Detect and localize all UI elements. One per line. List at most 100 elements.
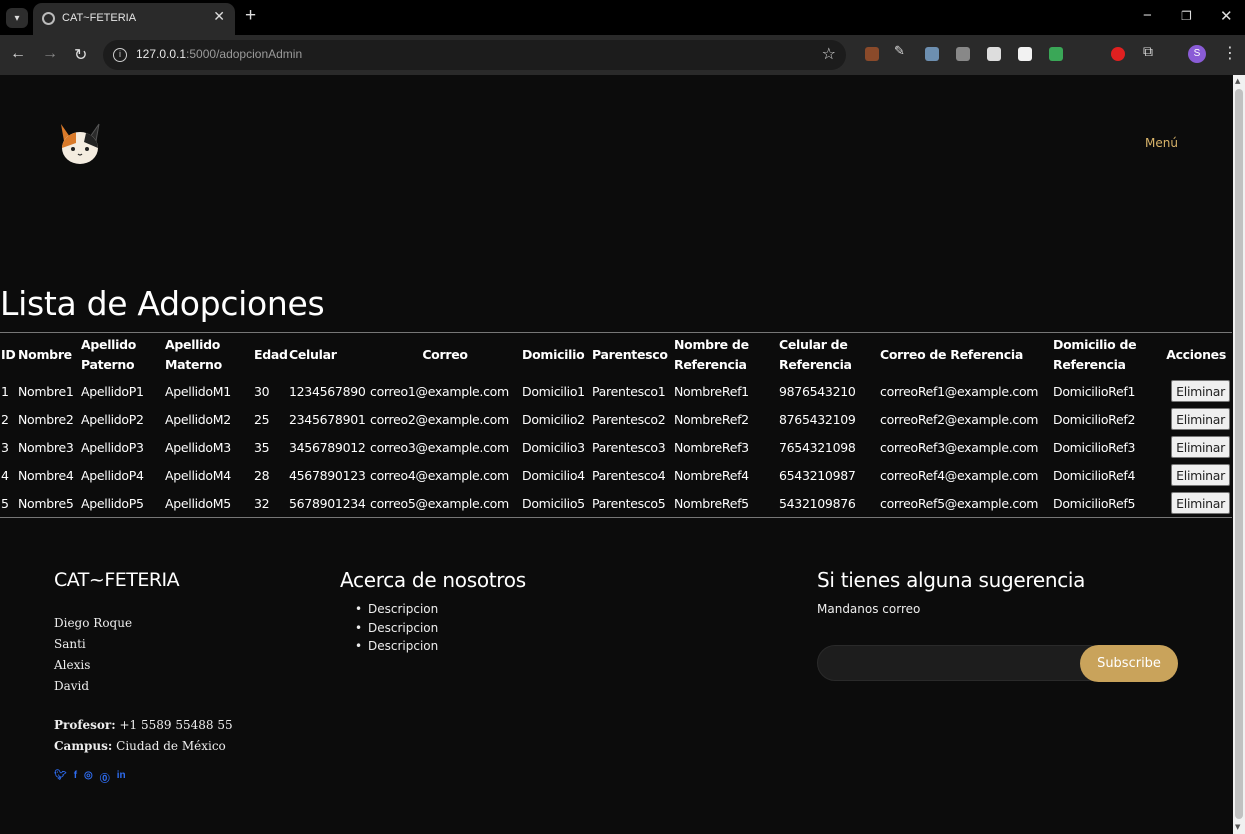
bookmark-star-icon[interactable]: ☆: [822, 44, 836, 63]
table-cell: correo3@example.com: [370, 439, 509, 455]
column-header: Apellido Materno: [165, 337, 222, 372]
extension-icon[interactable]: [865, 47, 879, 61]
instagram-icon[interactable]: ◎: [84, 770, 93, 785]
table-cell: NombreRef2: [674, 411, 749, 427]
table-cell: ApellidoM3: [165, 439, 231, 455]
table-row: 3 Nombre3 ApellidoP3 ApellidoM3 35 3456789012…: [0, 433, 1232, 461]
table-cell: ApellidoP3: [81, 439, 144, 455]
table-row: 5 Nombre5 ApellidoP5 ApellidoM5 32 5678901234…: [0, 489, 1232, 518]
linkedin-icon[interactable]: in: [117, 770, 126, 785]
table-cell: ApellidoP5: [81, 495, 144, 511]
delete-button[interactable]: Eliminar: [1171, 492, 1230, 514]
team-member: David: [54, 679, 90, 693]
reload-icon[interactable]: ↻: [74, 45, 87, 65]
minimize-icon[interactable]: −: [1143, 7, 1152, 24]
contact-info: Profesor: +1 5589 55488 55 Campus: Ciuda…: [54, 715, 233, 757]
delete-button[interactable]: Eliminar: [1171, 408, 1230, 430]
table-cell: correo1@example.com: [370, 383, 509, 399]
table-row: 4 Nombre4 ApellidoP4 ApellidoM4 28 4567890123…: [0, 461, 1232, 489]
column-header: ID: [1, 347, 16, 362]
extension-icon[interactable]: [1111, 47, 1125, 61]
table-cell: ApellidoP1: [81, 383, 144, 399]
extension-icon[interactable]: [956, 47, 970, 61]
eyedropper-icon[interactable]: ✎: [894, 44, 908, 59]
browser-tab-strip: ▾ CAT~FETERIA ✕ + − ❐ ✕: [0, 0, 1245, 35]
profesor-line: Profesor: +1 5589 55488 55: [54, 715, 233, 736]
page-title: Lista de Adopciones: [0, 284, 325, 323]
table-cell: Domicilio1: [522, 383, 585, 399]
campus-value: Ciudad de México: [116, 739, 226, 753]
extension-icon[interactable]: [1049, 47, 1063, 61]
table-cell: DomicilioRef3: [1053, 439, 1136, 455]
browser-menu-icon[interactable]: ⋮: [1222, 43, 1238, 62]
table-cell: correoRef2@example.com: [880, 411, 1039, 427]
facebook-icon[interactable]: f: [74, 770, 77, 785]
restore-icon[interactable]: ❐: [1181, 9, 1192, 23]
delete-button[interactable]: Eliminar: [1171, 380, 1230, 402]
twitter-icon[interactable]: 🐦︎: [54, 770, 67, 785]
column-header: Acciones: [1166, 347, 1226, 362]
about-title: Acerca de nosotros: [340, 568, 526, 592]
table-cell: 2345678901: [289, 411, 366, 427]
forward-icon[interactable]: →: [42, 45, 58, 63]
campus-label: Campus:: [54, 739, 113, 753]
table-cell: Parentesco3: [592, 439, 666, 455]
skype-icon[interactable]: ⓪: [100, 770, 110, 785]
url-text: 127.0.0.1:5000/adopcionAdmin: [136, 47, 303, 61]
table-cell: 1234567890: [289, 383, 366, 399]
table-cell: DomicilioRef5: [1053, 495, 1136, 511]
table-body: 1 Nombre1 ApellidoP1 ApellidoM1 30 1234567890…: [0, 377, 1232, 518]
browser-tab[interactable]: CAT~FETERIA ✕: [33, 3, 235, 35]
table-cell: 3: [1, 439, 9, 455]
extensions-puzzle-icon[interactable]: ⧉: [1143, 44, 1157, 60]
tab-search-icon[interactable]: ▾: [6, 8, 28, 28]
extension-icon[interactable]: [925, 47, 939, 61]
back-icon[interactable]: ←: [10, 45, 26, 63]
about-item[interactable]: Descripcion: [355, 600, 438, 619]
table-cell: correoRef3@example.com: [880, 439, 1039, 455]
column-header: Domicilio de Referencia: [1053, 337, 1137, 372]
column-header: Apellido Paterno: [81, 337, 137, 372]
table-row: 1 Nombre1 ApellidoP1 ApellidoM1 30 1234567890…: [0, 377, 1232, 405]
table-cell: NombreRef3: [674, 439, 749, 455]
table-row: 2 Nombre2 ApellidoP2 ApellidoM2 25 2345678901…: [0, 405, 1232, 433]
table-cell: Domicilio4: [522, 467, 585, 483]
column-header: Nombre de Referencia: [674, 337, 749, 372]
extension-icon[interactable]: [987, 47, 1001, 61]
window-close-icon[interactable]: ✕: [1220, 7, 1233, 25]
table-cell: 6543210987: [779, 467, 856, 483]
table-cell: ApellidoM2: [165, 411, 231, 427]
scrollbar-thumb[interactable]: [1235, 89, 1243, 819]
column-header: Correo: [422, 347, 468, 362]
address-bar[interactable]: i 127.0.0.1:5000/adopcionAdmin ☆: [103, 40, 846, 70]
delete-button[interactable]: Eliminar: [1171, 436, 1230, 458]
delete-button[interactable]: Eliminar: [1171, 464, 1230, 486]
table-cell: DomicilioRef4: [1053, 467, 1136, 483]
table-cell: Domicilio3: [522, 439, 585, 455]
table-cell: 3456789012: [289, 439, 366, 455]
scroll-down-icon[interactable]: ▼: [1235, 823, 1240, 831]
suggestion-title: Si tienes alguna sugerencia: [817, 568, 1086, 592]
table-cell: 5: [1, 495, 9, 511]
table-cell: 30: [254, 383, 270, 399]
table-cell: ApellidoM5: [165, 495, 231, 511]
subscribe-email-input[interactable]: [817, 645, 1107, 681]
footer-brand: CAT~FETERIA: [54, 569, 180, 591]
subscribe-button[interactable]: Subscribe: [1080, 645, 1178, 682]
new-tab-icon[interactable]: +: [245, 5, 256, 27]
actions-cell: Eliminar: [1157, 461, 1232, 489]
extension-icon[interactable]: [1018, 47, 1032, 61]
page-scrollbar[interactable]: ▲ ▼: [1233, 75, 1245, 834]
table-cell: DomicilioRef1: [1053, 383, 1136, 399]
close-tab-icon[interactable]: ✕: [213, 9, 225, 25]
cat-logo-icon[interactable]: [54, 121, 106, 167]
browser-toolbar: ← → ↻ i 127.0.0.1:5000/adopcionAdmin ☆ ✎…: [0, 35, 1245, 75]
profile-avatar[interactable]: S: [1188, 45, 1206, 63]
menu-link[interactable]: Menú: [1145, 136, 1178, 150]
about-item[interactable]: Descripcion: [355, 637, 438, 656]
about-item[interactable]: Descripcion: [355, 619, 438, 638]
globe-icon: [42, 12, 55, 25]
table-cell: Nombre1: [18, 383, 74, 399]
site-info-icon[interactable]: i: [113, 48, 127, 62]
scroll-up-icon[interactable]: ▲: [1235, 77, 1240, 85]
